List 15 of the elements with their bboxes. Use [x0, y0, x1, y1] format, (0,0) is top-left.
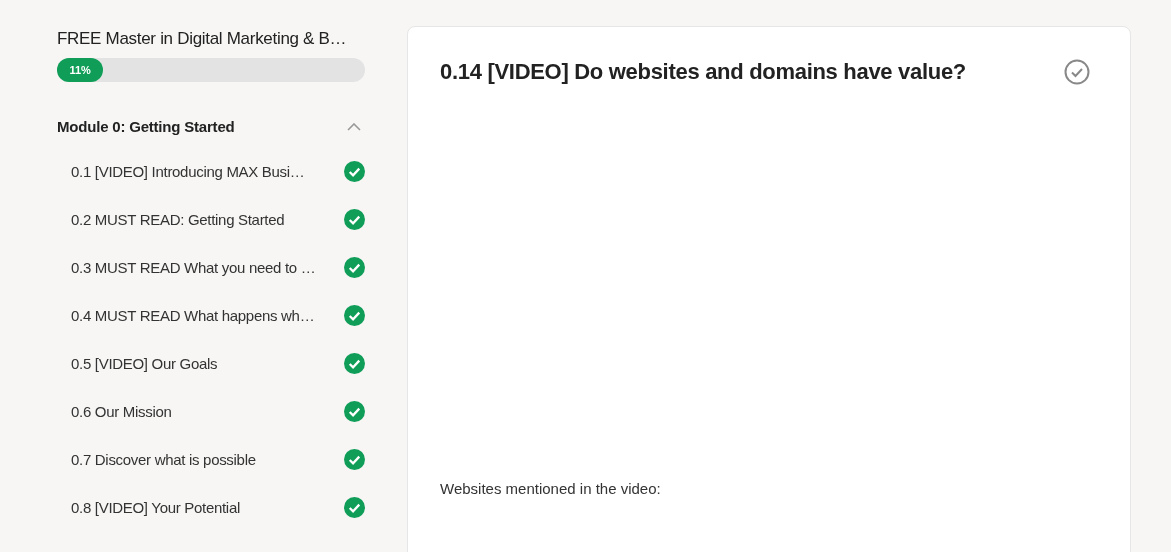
check-icon[interactable] — [1064, 59, 1090, 85]
progress-label: 11% — [69, 64, 91, 76]
lesson-link[interactable]: 0.4 MUST READ What happens wh… — [71, 306, 315, 324]
module-title[interactable]: Module 0: Getting Started — [57, 118, 235, 135]
lesson-link[interactable]: 0.1 [VIDEO] Introducing MAX Busi… — [71, 162, 305, 180]
lesson-link[interactable]: 0.7 Discover what is possible — [71, 450, 256, 468]
lesson-link[interactable]: 0.6 Our Mission — [71, 402, 172, 420]
lesson-text: Websites mentioned in the video: — [440, 480, 662, 497]
course-title: FREE Master in Digital Marketing & B… — [57, 29, 348, 49]
lesson-link[interactable]: 0.2 MUST READ: Getting Started — [71, 210, 285, 228]
lesson-link[interactable]: 0.5 [VIDEO] Our Goals — [71, 354, 218, 372]
lesson-link[interactable]: 0.8 [VIDEO] Your Potential — [71, 498, 240, 516]
lesson-link[interactable]: 0.3 MUST READ What you need to … — [71, 258, 316, 276]
chevron-icon[interactable] — [347, 122, 361, 131]
lesson-title: 0.14 [VIDEO] Do websites and domains have value? — [440, 59, 966, 85]
